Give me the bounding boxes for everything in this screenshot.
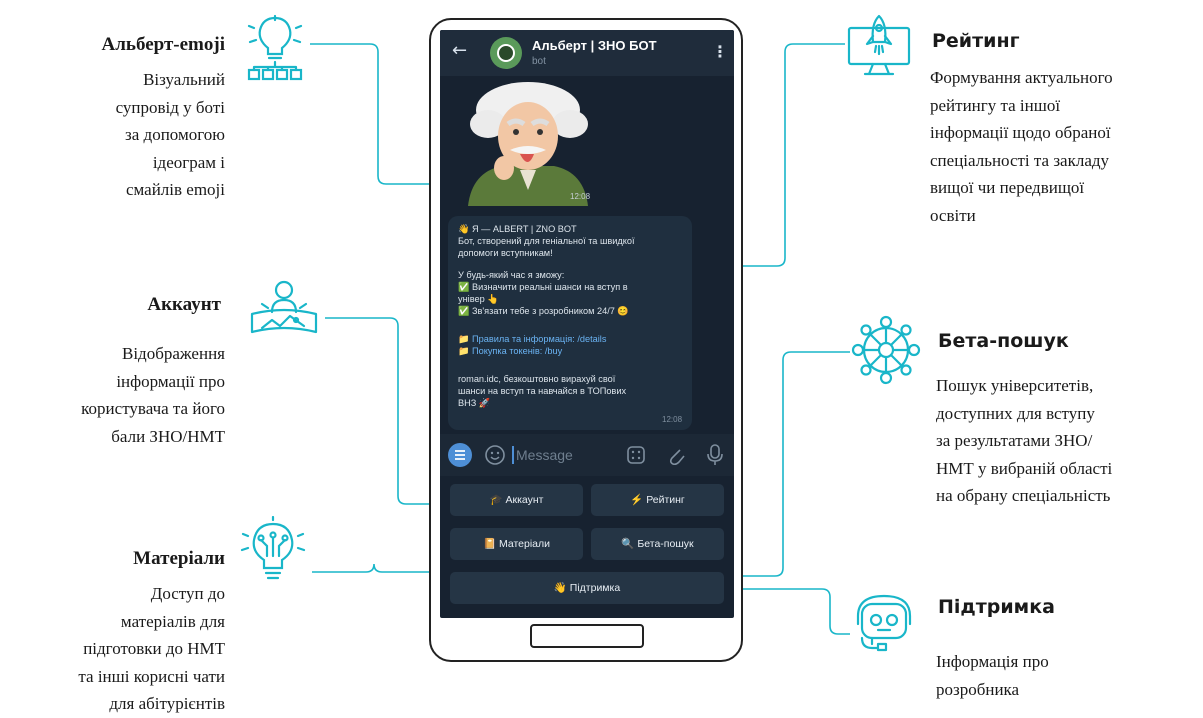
avatar[interactable] (490, 37, 522, 69)
message-time: 12:08 (662, 415, 683, 424)
support-headset-icon (856, 594, 912, 652)
feature-desc-account: Відображення інформації про користувача … (81, 344, 225, 446)
message-line: Бот, створений для геніальної та швидкої (458, 236, 635, 246)
feature-desc-beta-search: Пошук університетів, доступних для вступ… (936, 376, 1113, 505)
message-input-bar: Message (440, 434, 734, 476)
feature-desc-rating: Формування актуального рейтингу та іншої… (930, 68, 1113, 225)
einstein-sticker-image (468, 82, 588, 206)
keyboard-toggle-icon[interactable] (626, 445, 646, 465)
feature-title-emoji: Альберт-emoji (101, 34, 225, 55)
emoji-icon[interactable] (484, 444, 506, 466)
attach-icon[interactable] (666, 444, 686, 466)
beta-search-button[interactable]: 🔍 Бета-пошук (591, 528, 724, 560)
details-link[interactable]: 📁 Правила та інформація: /details (458, 334, 606, 345)
message-line: ВНЗ 🚀 (458, 398, 491, 408)
message-line: допомоги вступникам! (458, 248, 553, 258)
message-line: універ 👆 (458, 294, 499, 304)
microphone-icon[interactable] (706, 443, 724, 467)
chat-header: ← Альберт | ЗНО БОТ bot ⋮ (440, 30, 734, 76)
feature-title-support: Підтримка (938, 596, 1055, 618)
chat-subtitle: bot (532, 56, 546, 67)
feature-desc-materials: Доступ до матеріалів для підготовки до Н… (78, 584, 225, 713)
text-cursor (512, 446, 514, 464)
feature-desc-emoji: Візуальний супровід у боті за допомогою … (115, 70, 225, 199)
message-line: roman.idc, безкоштовно вирахуй свої (458, 374, 616, 384)
back-arrow-icon[interactable]: ← (452, 40, 467, 61)
rocket-monitor-icon (847, 14, 911, 76)
buy-link[interactable]: 📁 Покупка токенів: /buy (458, 346, 562, 357)
chat-title: Альберт | ЗНО БОТ (532, 38, 657, 53)
message-line: У будь-який час я зможу: (458, 270, 565, 280)
message-line: ✅ Зв'язати тебе з розробником 24/7 😊 (458, 306, 629, 316)
rating-button[interactable]: ⚡ Рейтинг (591, 484, 724, 516)
sticker-message: 12:08 (458, 80, 598, 206)
lightbulb-network-icon (247, 14, 303, 81)
feature-desc-support: Інформація про розробника (936, 652, 1049, 699)
message-input[interactable]: Message (516, 447, 573, 463)
bot-message-bubble: 👋 Я — ALBERT | ZNO BOT Бот, створений дл… (448, 216, 692, 430)
sticker-time: 12:08 (570, 192, 591, 201)
feature-title-materials: Матеріали (133, 548, 225, 569)
menu-icon[interactable] (448, 443, 472, 467)
feature-title-beta-search: Бета-пошук (938, 330, 1069, 352)
materials-button[interactable]: 📔 Матеріали (450, 528, 583, 560)
user-profile-icon (250, 280, 318, 334)
lightbulb-circuit-icon (240, 516, 306, 580)
message-line: ✅ Визначити реальні шанси на вступ в (458, 282, 628, 292)
feature-title-account: Аккаунт (147, 294, 221, 315)
support-button[interactable]: 👋 Підтримка (450, 572, 724, 604)
network-wheel-icon (851, 315, 921, 385)
message-line: шанси на вступ та навчайся в ТОПових (458, 386, 627, 396)
account-button[interactable]: 🎓 Аккаунт (450, 484, 583, 516)
message-line: 👋 Я — ALBERT | ZNO BOT (458, 224, 577, 234)
home-button[interactable] (530, 624, 644, 648)
chat-screen: ← Альберт | ЗНО БОТ bot ⋮ 12:08 👋 Я — AL… (440, 30, 734, 618)
more-menu-icon[interactable]: ⋮ (712, 42, 728, 61)
feature-title-rating: Рейтинг (932, 30, 1020, 52)
